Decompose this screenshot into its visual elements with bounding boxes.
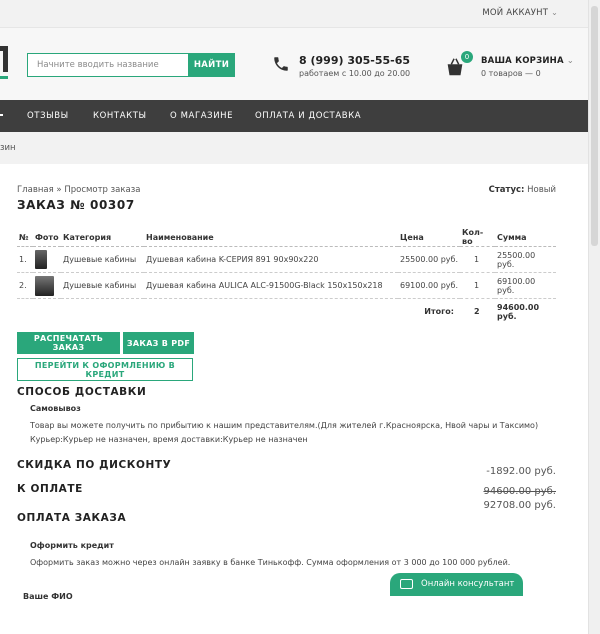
search-input[interactable] <box>27 53 188 77</box>
table-row: 1. Душевые кабины Душевая кабина K-СЕРИЯ… <box>17 246 556 273</box>
total-label: Итого: <box>424 307 454 317</box>
delivery-method: Самовывоз <box>30 404 81 413</box>
credit-checkout-button[interactable]: ПЕРЕЙТИ К ОФОРМЛЕНИЮ В КРЕДИТ <box>17 358 193 381</box>
top-bar: МОЙ АККАУНТ ⌄ <box>0 0 588 28</box>
breadcrumb-bar-text: зин <box>0 143 16 153</box>
credit-title: Оформить кредит <box>30 541 114 550</box>
online-consultant-button[interactable]: Онлайн консультант <box>390 573 523 596</box>
row-number: 1. <box>17 246 33 273</box>
row-price: 69100.00 руб. <box>398 272 460 299</box>
breadcrumb-separator: » <box>53 185 65 195</box>
row-name[interactable]: Душевая кабина AULICA ALC-91500G-Black 1… <box>144 272 398 299</box>
chat-icon <box>400 579 413 589</box>
row-photo[interactable] <box>33 272 61 299</box>
table-header-row: № Фото Категория Наименование Цена Кол-в… <box>17 228 556 247</box>
breadcrumb: Главная » Просмотр заказа <box>17 185 140 195</box>
header: НАЙТИ 8 (999) 305-55-65 работаем с 10.00… <box>0 28 588 100</box>
cart-summary: 0 товаров — 0 <box>481 69 541 78</box>
col-name: Наименование <box>144 228 398 247</box>
scrollbar-thumb[interactable] <box>591 6 598 246</box>
row-name[interactable]: Душевая кабина K-СЕРИЯ 891 90x90x220 <box>144 246 398 273</box>
col-category: Категория <box>61 228 144 247</box>
col-number: № <box>17 228 33 247</box>
phone-icon <box>274 57 288 71</box>
order-status-label: Статус: <box>488 185 525 195</box>
logo[interactable] <box>0 46 8 72</box>
row-sum: 25500.00 руб. <box>495 246 556 273</box>
main-nav: ОТЗЫВЫ КОНТАКТЫ О МАГАЗИНЕ ОПЛАТА И ДОСТ… <box>0 100 588 132</box>
delivery-courier: Курьер:Курьер не назначен, время доставк… <box>30 435 308 444</box>
row-category: Душевые кабины <box>61 272 144 299</box>
breadcrumb-home-link[interactable]: Главная <box>17 185 54 195</box>
col-price: Цена <box>398 228 460 247</box>
breadcrumb-current: Просмотр заказа <box>64 185 141 195</box>
search-form: НАЙТИ <box>27 53 235 77</box>
credit-description: Оформить заказ можно через онлайн заявку… <box>30 558 511 567</box>
row-qty: 1 <box>460 246 495 273</box>
table-row: 2. Душевые кабины Душевая кабина AULICA … <box>17 272 556 299</box>
account-menu[interactable]: МОЙ АККАУНТ ⌄ <box>482 8 558 18</box>
row-photo[interactable] <box>33 246 61 273</box>
row-number: 2. <box>17 272 33 299</box>
fio-label: Ваше ФИО <box>23 592 73 601</box>
row-price: 25500.00 руб. <box>398 246 460 273</box>
nav-item-about[interactable]: О МАГАЗИНЕ <box>170 111 233 121</box>
delivery-heading: СПОСОБ ДОСТАВКИ <box>17 386 147 398</box>
row-qty: 1 <box>460 272 495 299</box>
to-pay-new-value: 92708.00 руб. <box>483 500 556 511</box>
table-total-row: Итого: 2 94600.00 руб. <box>17 299 556 325</box>
cart-count-badge: 0 <box>461 51 473 63</box>
row-category: Душевые кабины <box>61 246 144 273</box>
col-photo: Фото <box>33 228 61 247</box>
to-pay-old-value: 94600.00 руб. <box>483 486 556 497</box>
total-qty: 2 <box>474 307 480 317</box>
nav-item-contacts[interactable]: КОНТАКТЫ <box>93 111 147 121</box>
row-sum: 69100.00 руб. <box>495 272 556 299</box>
phone-number[interactable]: 8 (999) 305-55-65 <box>299 54 410 67</box>
delivery-description: Товар вы можете получить по прибытию к н… <box>30 421 539 430</box>
order-pdf-button[interactable]: ЗАКАЗ В PDF <box>123 332 194 354</box>
account-label: МОЙ АККАУНТ <box>482 8 549 18</box>
payment-heading: ОПЛАТА ЗАКАЗА <box>17 512 127 524</box>
nav-item-reviews[interactable]: ОТЗЫВЫ <box>27 111 69 121</box>
discount-heading: СКИДКА ПО ДИСКОНТУ <box>17 459 172 471</box>
order-items-table: № Фото Категория Наименование Цена Кол-в… <box>17 228 556 325</box>
discount-value: -1892.00 руб. <box>486 466 556 477</box>
product-thumbnail[interactable] <box>35 250 47 269</box>
online-consultant-label: Онлайн консультант <box>421 579 515 589</box>
logo-accent <box>0 76 8 79</box>
print-order-button[interactable]: РАСПЕЧАТАТЬ ЗАКАЗ <box>17 332 120 354</box>
col-sum: Сумма <box>495 228 556 247</box>
breadcrumb-bar: зин <box>0 132 588 164</box>
nav-item-payment-delivery[interactable]: ОПЛАТА И ДОСТАВКА <box>255 111 361 121</box>
chevron-down-icon: ⌄ <box>551 8 558 17</box>
total-sum: 94600.00 руб. <box>497 302 540 321</box>
chevron-down-icon: ⌄ <box>566 56 575 66</box>
cart-title-label: ВАША КОРЗИНА <box>481 56 564 66</box>
page-title: ЗАКАЗ № 00307 <box>17 198 135 212</box>
scrollbar[interactable] <box>588 0 600 634</box>
to-pay-heading: К ОПЛАТЕ <box>17 483 83 495</box>
product-thumbnail[interactable] <box>35 275 54 296</box>
order-status: Статус: Новый <box>489 185 556 195</box>
search-button[interactable]: НАЙТИ <box>188 53 235 77</box>
nav-item-fragment[interactable] <box>0 114 3 116</box>
col-qty: Кол-во <box>460 228 495 247</box>
order-status-value: Новый <box>527 185 556 195</box>
cart-title[interactable]: ВАША КОРЗИНА ⌄ <box>481 56 574 66</box>
working-hours: работаем с 10.00 до 20.00 <box>299 69 411 78</box>
